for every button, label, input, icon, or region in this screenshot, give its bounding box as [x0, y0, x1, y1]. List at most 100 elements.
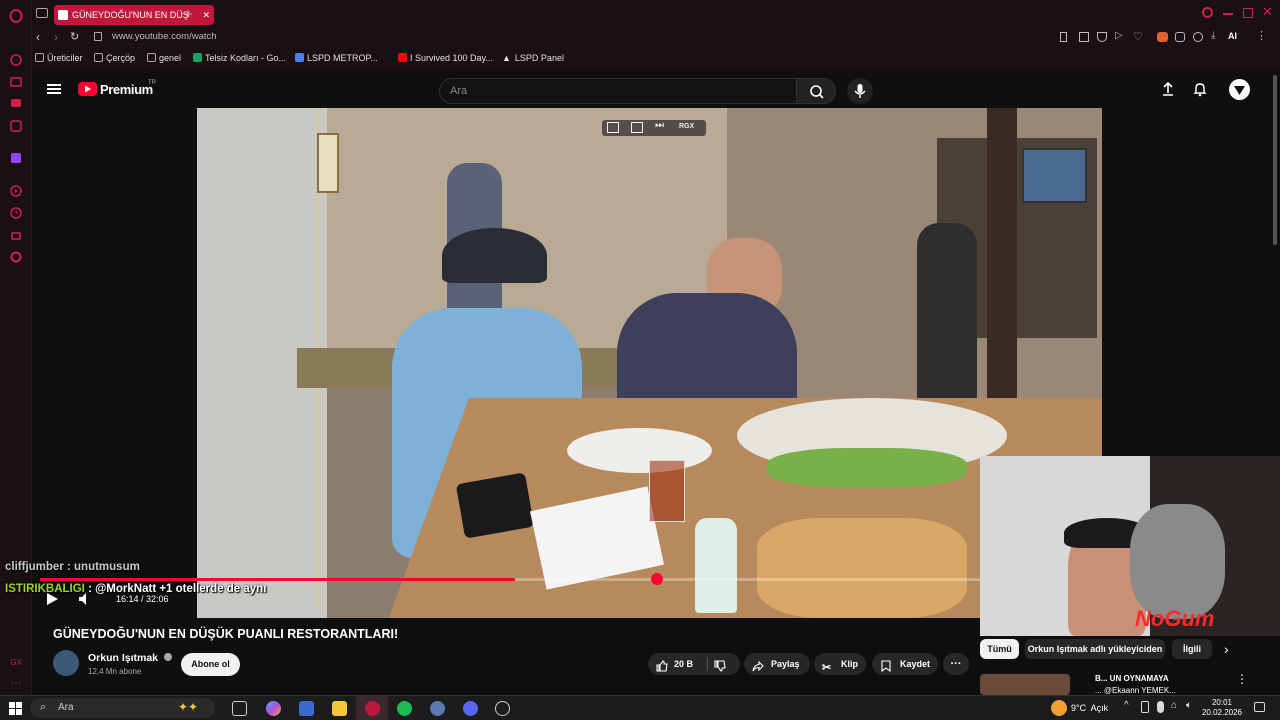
- tab-menu-icon[interactable]: [36, 8, 48, 18]
- share-button[interactable]: Paylaş: [744, 653, 810, 675]
- store-icon[interactable]: [299, 701, 314, 716]
- bookmark-item[interactable]: Telsiz Kodları - Go...: [193, 53, 286, 63]
- opera-gx-icon[interactable]: [365, 701, 380, 716]
- youtube-logo-icon[interactable]: [78, 82, 97, 96]
- weather-text[interactable]: 9°C Açık: [1071, 703, 1108, 713]
- search-tabs-icon[interactable]: [1202, 7, 1213, 18]
- save-button[interactable]: Kaydet: [872, 653, 938, 675]
- premium-logo-text[interactable]: Premium: [100, 82, 153, 97]
- progress-bar[interactable]: [40, 578, 980, 581]
- forward-icon[interactable]: ›: [54, 30, 58, 44]
- player-icon[interactable]: [9, 184, 23, 198]
- chip-all[interactable]: Tümü: [980, 639, 1019, 659]
- bookmark-item[interactable]: Üreticiler: [35, 53, 83, 63]
- video-player[interactable]: ⏭ RGX: [197, 108, 1102, 618]
- close-window-icon[interactable]: ✕: [1262, 4, 1273, 20]
- hamburger-menu-icon[interactable]: [47, 84, 61, 86]
- volume-tray-icon[interactable]: 🔈︎: [1186, 700, 1192, 711]
- whatsapp-icon[interactable]: [9, 119, 23, 133]
- extension-puzzle-icon[interactable]: [1175, 32, 1185, 42]
- voice-search-button[interactable]: [847, 78, 873, 104]
- bookmark-item[interactable]: ▲ LSPD Panel: [502, 53, 564, 63]
- up-next-title[interactable]: B... UN OYNAMAYA: [1095, 674, 1169, 683]
- bookmark-item[interactable]: Çerçöp: [94, 53, 135, 63]
- history-icon[interactable]: [9, 206, 23, 220]
- notifications-icon[interactable]: [1254, 702, 1265, 712]
- profile-icon[interactable]: [1193, 32, 1203, 42]
- picture-in-picture-icon[interactable]: [607, 122, 619, 133]
- back-icon[interactable]: ‹: [36, 30, 40, 44]
- gx-corner-icon[interactable]: GX: [9, 656, 23, 670]
- steam-icon[interactable]: [430, 701, 445, 716]
- bookmark-item[interactable]: genel: [147, 53, 181, 63]
- search-button[interactable]: [796, 78, 836, 104]
- windows-start-icon[interactable]: [9, 702, 22, 720]
- bookmark-item[interactable]: LSPD METROP...: [295, 53, 378, 63]
- clock-time[interactable]: 20:01: [1204, 698, 1232, 707]
- usb-icon[interactable]: [1141, 701, 1149, 713]
- spotify-icon[interactable]: [397, 701, 412, 716]
- channel-avatar[interactable]: [53, 650, 79, 676]
- task-view-icon[interactable]: [232, 701, 247, 716]
- reload-icon[interactable]: ↻: [70, 30, 79, 43]
- page-scrollbar[interactable]: [1273, 75, 1277, 245]
- url-field[interactable]: www.youtube.com/watch: [112, 31, 217, 42]
- extensions-icon[interactable]: [9, 228, 23, 242]
- youtube-favicon-icon: [58, 10, 68, 20]
- like-count[interactable]: 20 B: [674, 653, 693, 675]
- twitch-icon[interactable]: [9, 151, 23, 165]
- notifications-icon[interactable]: [1192, 81, 1208, 102]
- avatar[interactable]: [1229, 79, 1250, 100]
- copilot-icon[interactable]: [266, 701, 281, 716]
- chip-related[interactable]: İlgili: [1172, 639, 1212, 659]
- chip-from-uploader[interactable]: Orkun Işıtmak adlı yükleyiciden: [1025, 639, 1165, 659]
- more-icon[interactable]: ···: [9, 676, 23, 690]
- extension-fox-icon[interactable]: [1157, 32, 1168, 42]
- verified-badge-icon: [163, 653, 172, 661]
- taskbar-search[interactable]: ⌕ Ara ✦✦: [30, 698, 215, 718]
- discord-icon[interactable]: [463, 701, 478, 716]
- more-actions-icon[interactable]: ···: [943, 653, 969, 675]
- bookmark-icon[interactable]: [1060, 32, 1067, 42]
- upload-icon[interactable]: [1160, 81, 1176, 102]
- channel-name[interactable]: Orkun Işıtmak: [88, 652, 172, 664]
- menu-icon[interactable]: ⋮: [1256, 29, 1267, 42]
- adblock-icon[interactable]: [1097, 32, 1107, 42]
- player-control-icon[interactable]: ▷: [1115, 30, 1123, 41]
- obs-icon[interactable]: [495, 701, 510, 716]
- ai-button[interactable]: AI: [1228, 31, 1237, 41]
- close-tab-icon[interactable]: ✕: [202, 5, 210, 25]
- clip-button[interactable]: ✂ Klip: [814, 653, 866, 675]
- video-scene-bread: [757, 518, 967, 618]
- aria-icon[interactable]: [9, 53, 23, 67]
- dislike-icon[interactable]: [714, 658, 726, 680]
- network-icon[interactable]: ⌂: [1171, 700, 1177, 711]
- overlay-label[interactable]: RGX: [679, 123, 694, 130]
- chip-next-icon[interactable]: ›: [1224, 641, 1229, 657]
- like-icon[interactable]: [656, 658, 668, 680]
- crypto-wallet-icon[interactable]: [9, 75, 23, 89]
- minimize-icon[interactable]: [1223, 13, 1233, 15]
- search-input[interactable]: Ara: [439, 78, 797, 104]
- opera-logo-icon[interactable]: [9, 9, 23, 23]
- file-explorer-icon[interactable]: [332, 701, 347, 716]
- tray-expand-icon[interactable]: ^: [1124, 700, 1129, 711]
- weather-icon[interactable]: [1051, 700, 1067, 716]
- clock-date[interactable]: 20.02.2026: [1198, 708, 1242, 717]
- overlay-watermark: NoGum: [1135, 606, 1215, 631]
- detach-video-icon[interactable]: [631, 122, 643, 133]
- settings-icon[interactable]: [9, 250, 23, 264]
- heart-icon[interactable]: ♡: [1133, 30, 1143, 43]
- bookmark-item[interactable]: I Survived 100 Day...: [398, 53, 493, 63]
- messenger-icon[interactable]: [9, 97, 23, 111]
- download-icon[interactable]: ⤓: [1211, 30, 1215, 41]
- maximize-icon[interactable]: [1243, 8, 1253, 18]
- up-next-thumbnail[interactable]: [980, 674, 1070, 695]
- new-tab-icon[interactable]: +: [185, 6, 193, 21]
- progress-scrubber[interactable]: [651, 573, 663, 585]
- subscribe-button[interactable]: Abone ol: [181, 653, 240, 676]
- skip-forward-icon[interactable]: ⏭: [655, 120, 664, 131]
- snapshot-icon[interactable]: [1079, 32, 1089, 42]
- mic-tray-icon[interactable]: [1157, 701, 1164, 713]
- up-next-menu-icon[interactable]: ⋮: [1236, 672, 1248, 686]
